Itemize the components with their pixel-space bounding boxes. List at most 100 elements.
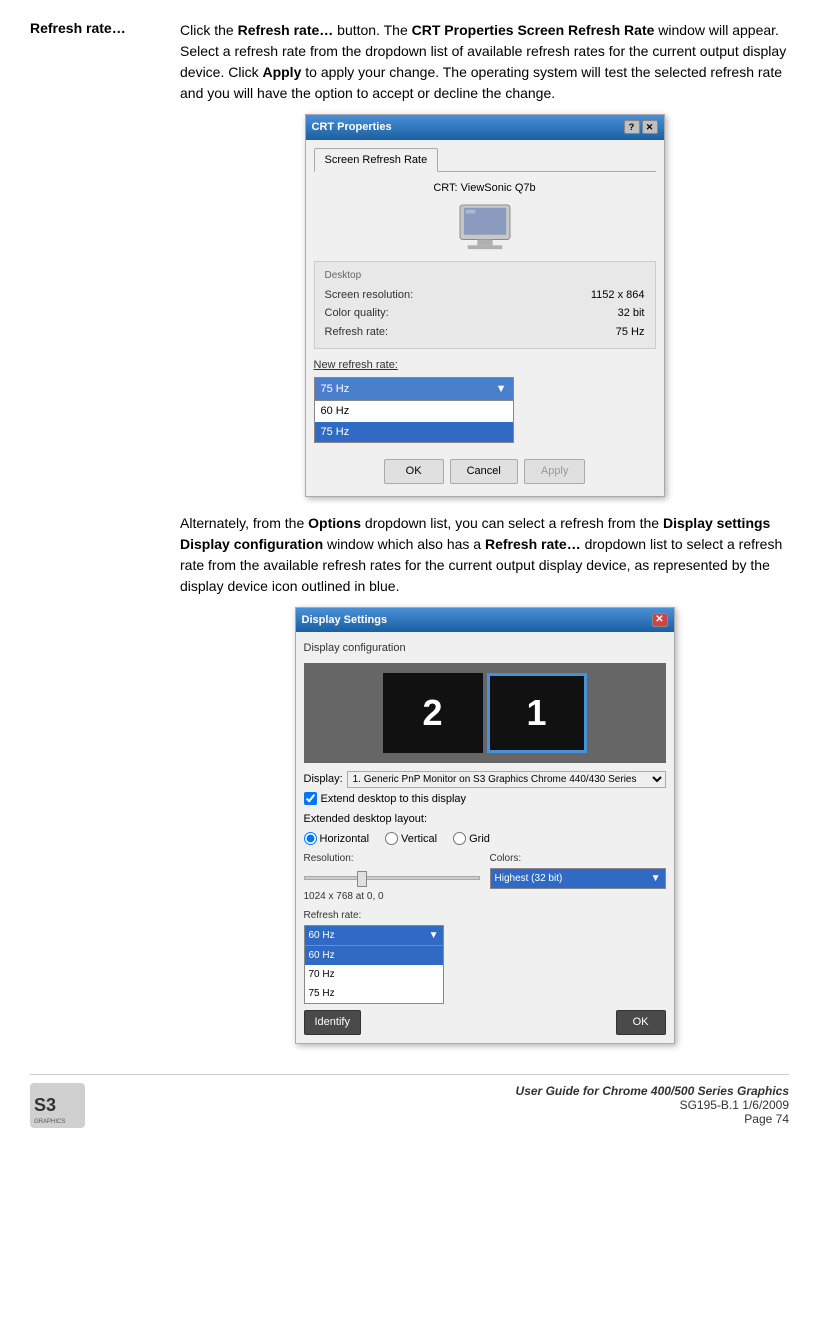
display-dialog-container: Display Settings ✕ Display configuration… — [180, 607, 789, 1044]
resolution-value: 1024 x 768 at 0, 0 — [304, 889, 480, 904]
refresh-rate-col: Refresh rate: 60 Hz ▼ 60 Hz 70 Hz 75 Hz — [304, 908, 666, 1004]
display-title-text: Display Settings — [302, 612, 388, 629]
refresh-selected: 60 Hz — [309, 928, 335, 943]
extend-desktop-checkbox[interactable] — [304, 792, 317, 805]
desktop-row-refresh: Refresh rate: 75 Hz — [325, 324, 645, 341]
crt-apply-button[interactable]: Apply — [524, 459, 586, 484]
refresh-option-60hz[interactable]: 60 Hz — [305, 946, 443, 965]
new-refresh-section: New refresh rate: 75 Hz ▼ 60 Hz 75 Hz — [314, 357, 656, 443]
monitor1-label: 1 — [526, 686, 546, 740]
display-titlebar: Display Settings ✕ — [296, 608, 674, 633]
crt-option-75hz[interactable]: 75 Hz — [315, 422, 513, 443]
para1-bold3: Apply — [262, 64, 301, 80]
svg-text:S3: S3 — [34, 1095, 56, 1115]
right-content: Click the Refresh rate… button. The CRT … — [180, 20, 789, 1054]
screen-res-label: Screen resolution: — [325, 287, 414, 304]
desktop-row-color: Color quality: 32 bit — [325, 305, 645, 322]
new-refresh-label: New refresh rate: — [314, 357, 656, 374]
display-select-row: Display: 1. Generic PnP Monitor on S3 Gr… — [304, 771, 666, 788]
crt-close-button[interactable]: ✕ — [642, 120, 658, 134]
footer-title: User Guide for Chrome 400/500 Series Gra… — [101, 1084, 789, 1098]
para1-bold2: CRT Properties Screen Refresh Rate — [412, 22, 655, 38]
crt-tab-strip: Screen Refresh Rate — [314, 148, 656, 173]
color-quality-label: Color quality: — [325, 305, 389, 322]
crt-monitor-label: CRT: ViewSonic Q7b — [314, 180, 656, 197]
resolution-col: Resolution: 1024 x 768 at 0, 0 — [304, 851, 480, 904]
para2-text3: window which also has a — [323, 536, 485, 552]
crt-cancel-button[interactable]: Cancel — [450, 459, 518, 484]
monitor2-label: 2 — [422, 686, 442, 740]
display-ok-button[interactable]: OK — [616, 1010, 666, 1035]
display-dialog: Display Settings ✕ Display configuration… — [295, 607, 675, 1044]
refresh-rate-label: Refresh rate: — [304, 908, 666, 923]
s3-graphics-logo: S3 GRAPHICS — [30, 1083, 85, 1128]
svg-text:GRAPHICS: GRAPHICS — [34, 1119, 65, 1125]
crt-dialog-buttons: OK Cancel Apply — [314, 453, 656, 488]
horizontal-radio[interactable] — [304, 832, 317, 845]
resolution-label: Resolution: — [304, 851, 480, 866]
grid-radio-label[interactable]: Grid — [453, 831, 490, 848]
horizontal-radio-label[interactable]: Horizontal — [304, 831, 370, 848]
main-content-row: Refresh rate… Click the Refresh rate… bu… — [30, 20, 789, 1054]
colors-col: Colors: Highest (32 bit) ▼ — [490, 851, 666, 904]
colors-label: Colors: — [490, 851, 666, 866]
display-select-dropdown[interactable]: 1. Generic PnP Monitor on S3 Graphics Ch… — [347, 771, 666, 788]
crt-help-button[interactable]: ? — [624, 120, 640, 134]
paragraph-1: Click the Refresh rate… button. The CRT … — [180, 20, 789, 104]
desktop-title: Desktop — [325, 268, 645, 283]
footer-page: Page 74 — [101, 1112, 789, 1126]
resolution-slider-thumb[interactable] — [357, 871, 367, 887]
para1-text1: Click the — [180, 22, 238, 38]
page-container: Refresh rate… Click the Refresh rate… bu… — [0, 0, 819, 1335]
resolution-colors-row: Resolution: 1024 x 768 at 0, 0 Colors: — [304, 851, 666, 904]
section-label: Refresh rate… — [30, 20, 180, 1054]
refresh-dropdown-options: 60 Hz 70 Hz 75 Hz — [304, 946, 444, 1004]
display-label: Display: — [304, 771, 343, 788]
extend-desktop-row: Extend desktop to this display — [304, 791, 666, 808]
grid-radio[interactable] — [453, 832, 466, 845]
identify-button[interactable]: Identify — [304, 1010, 361, 1035]
vertical-label: Vertical — [401, 831, 437, 848]
colors-dropdown-arrow-icon: ▼ — [651, 871, 661, 886]
paragraph-2: Alternately, from the Options dropdown l… — [180, 513, 789, 597]
colors-dropdown[interactable]: Highest (32 bit) ▼ — [490, 868, 666, 889]
display-bottom-row: Identify OK — [304, 1010, 666, 1035]
display-close-button[interactable]: ✕ — [652, 613, 668, 627]
resolution-slider-track — [304, 876, 480, 880]
layout-radio-row: Horizontal Vertical Grid — [304, 831, 666, 848]
color-quality-value: 32 bit — [618, 305, 645, 322]
crt-titlebar-buttons: ? ✕ — [624, 120, 658, 134]
grid-label: Grid — [469, 831, 490, 848]
footer-subtitle: SG195-B.1 1/6/2009 — [101, 1098, 789, 1112]
screen-res-value: 1152 x 864 — [591, 287, 645, 304]
vertical-radio[interactable] — [385, 832, 398, 845]
footer-text: User Guide for Chrome 400/500 Series Gra… — [101, 1084, 789, 1126]
horizontal-label: Horizontal — [320, 831, 370, 848]
refresh-option-75hz[interactable]: 75 Hz — [305, 984, 443, 1003]
crt-dropdown-arrow-icon: ▼ — [496, 381, 507, 398]
crt-refresh-dropdown[interactable]: 75 Hz ▼ — [314, 377, 514, 402]
refresh-rate-label: Refresh rate… — [30, 20, 126, 36]
crt-dropdown-options: 60 Hz 75 Hz — [314, 401, 514, 443]
refresh-rate-dropdown[interactable]: 60 Hz ▼ — [304, 925, 444, 946]
crt-titlebar: CRT Properties ? ✕ — [306, 115, 664, 140]
refresh-rate-value: 75 Hz — [616, 324, 645, 341]
refresh-option-70hz[interactable]: 70 Hz — [305, 965, 443, 984]
para2-text2: dropdown list, you can select a refresh … — [361, 515, 663, 531]
crt-dropdown-selected: 75 Hz — [321, 381, 350, 398]
resolution-slider-container — [304, 868, 480, 888]
refresh-rate-label: Refresh rate: — [325, 324, 389, 341]
para2-bold1: Options — [308, 515, 361, 531]
crt-option-60hz[interactable]: 60 Hz — [315, 401, 513, 422]
crt-dialog-body: Screen Refresh Rate CRT: ViewSonic Q7b — [306, 140, 664, 496]
vertical-radio-label[interactable]: Vertical — [385, 831, 437, 848]
para2-text1: Alternately, from the — [180, 515, 308, 531]
para1-bold1: Refresh rate… — [238, 22, 334, 38]
crt-title-text: CRT Properties — [312, 119, 392, 136]
crt-tab-label: Screen Refresh Rate — [325, 154, 428, 166]
display-monitor-visual: 2 1 — [304, 663, 666, 763]
crt-ok-button[interactable]: OK — [384, 459, 444, 484]
crt-tab-screen-refresh-rate[interactable]: Screen Refresh Rate — [314, 148, 439, 173]
crt-desktop-section: Desktop Screen resolution: 1152 x 864 Co… — [314, 261, 656, 350]
desktop-row-resolution: Screen resolution: 1152 x 864 — [325, 287, 645, 304]
